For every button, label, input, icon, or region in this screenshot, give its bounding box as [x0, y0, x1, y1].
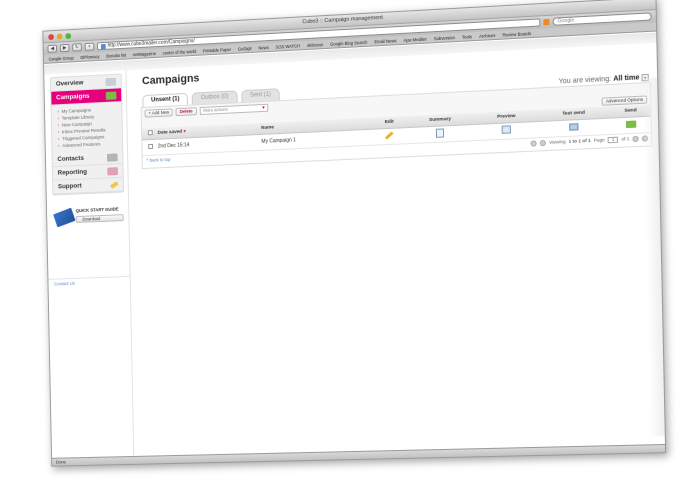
bookmark-item[interactable]: News [258, 45, 268, 51]
bookmark-item[interactable]: Google Blog Search [330, 39, 367, 46]
bookmark-item[interactable]: GoDigit [238, 45, 252, 51]
pager-page-label: Page [593, 137, 605, 143]
quick-start-guide: QUICK START GUIDE Download [53, 206, 124, 230]
sidebar-item-label: Support [57, 182, 82, 191]
sidebar-item-label: Contacts [57, 154, 84, 164]
edit-cell [374, 127, 405, 145]
bookmark-item[interactable]: Bonobo list [106, 52, 126, 58]
sidebar-item-label: Campaigns [56, 92, 90, 102]
sidebar-nav: Overview Campaigns › My Campaigns › Templat… [50, 73, 125, 196]
guide-title: QUICK START GUIDE [75, 206, 119, 214]
select-all-header [142, 127, 158, 140]
pencil-icon [110, 180, 119, 189]
tab-sent[interactable]: Sent (1) [241, 88, 280, 103]
preview-icon[interactable] [501, 125, 512, 134]
contacts-icon [106, 152, 118, 162]
tab-outbox[interactable]: Outbox (0) [191, 90, 238, 105]
chevron-right-icon: › [58, 143, 60, 149]
bookmark-item[interactable]: Google Group [49, 55, 74, 61]
pager-of: of 1 [621, 136, 630, 142]
reload-icon[interactable]: ↻ [72, 43, 82, 52]
page-number-input[interactable]: 1 [607, 136, 619, 143]
viewing-value[interactable]: All time [613, 74, 639, 82]
book-icon [53, 207, 76, 228]
row-select-cell [142, 138, 159, 156]
back-to-top-link[interactable]: ^ back to top [146, 156, 170, 162]
prev-page-icon[interactable] [539, 139, 547, 146]
back-icon[interactable]: ◀ [47, 44, 58, 53]
pencil-icon[interactable] [385, 131, 394, 140]
delete-button[interactable]: Delete [175, 107, 197, 117]
sidebar-item-support[interactable]: Support [53, 177, 124, 195]
campaigns-icon [105, 91, 117, 100]
add-icon[interactable]: + [84, 42, 95, 51]
screenshot-stage: Cube3 :: Campaign management ◀ ▶ ↻ + htt… [0, 0, 683, 492]
advanced-options-button[interactable]: Advanced Options [601, 95, 648, 106]
select-all-checkbox[interactable] [147, 129, 153, 136]
sidebar-item-label: Overview [55, 79, 84, 88]
bookmark-item[interactable]: Email News [374, 38, 396, 44]
first-page-icon[interactable] [530, 139, 537, 147]
bookmark-item[interactable]: Ajax Mediter [403, 36, 426, 42]
download-guide-button[interactable]: Download [75, 214, 124, 223]
pager-range: 1 to 1 of 1 [568, 137, 591, 144]
forward-icon[interactable]: ▶ [59, 43, 70, 53]
bookmark-item[interactable]: DiPlomacy [80, 54, 99, 60]
bookmark-item[interactable]: SOS WATCH [276, 43, 301, 49]
browser-window: Cube3 :: Campaign management ◀ ▶ ↻ + htt… [42, 0, 667, 467]
main-panel: Campaigns Unsent (1) Outbox (0) Sent (1)… [140, 43, 659, 456]
bookmark-item[interactable]: Printable Paper [203, 47, 231, 53]
bookmark-item[interactable]: Review Boards [502, 31, 531, 38]
send-icon[interactable] [625, 120, 637, 128]
campaigns-submenu: › My Campaigns › Template Library › New Campa… [52, 102, 123, 153]
app-content: Overview Campaigns › My Campaigns › Templat… [44, 32, 665, 458]
pager-viewing-label: Viewing [549, 139, 566, 145]
row-checkbox[interactable] [147, 143, 153, 149]
rss-icon[interactable] [543, 18, 550, 26]
sidebar-subitem-label: Advanced Features [62, 141, 101, 149]
bookmark-item[interactable]: Archives [479, 32, 495, 38]
bookmark-item[interactable]: Subversion [434, 35, 455, 41]
overview-icon [105, 77, 117, 86]
test-send-icon[interactable] [569, 122, 579, 131]
bookmark-item[interactable]: delicious [307, 42, 323, 48]
contact-us-link[interactable]: Contact Us [54, 281, 75, 287]
next-page-icon[interactable] [632, 135, 639, 142]
bookmark-item[interactable]: center of the world [163, 48, 196, 55]
sidebar: Overview Campaigns › My Campaigns › Templat… [44, 70, 135, 458]
bookmark-item[interactable]: netMagazine [133, 51, 156, 57]
column-label: Date saved [157, 129, 183, 136]
summary-icon[interactable] [436, 127, 445, 138]
chart-icon [107, 166, 118, 176]
add-new-button[interactable]: + Add New [144, 108, 174, 118]
tab-unsent[interactable]: Unsent (1) [142, 92, 189, 107]
bookmark-item[interactable]: Tools [462, 34, 472, 40]
sidebar-item-label: Reporting [57, 168, 88, 177]
pagination: Viewing 1 to 1 of 1 Page 1 of 1 [530, 134, 649, 147]
sort-desc-icon: ▾ [183, 129, 186, 135]
favicon-icon [100, 43, 106, 49]
divider [48, 275, 130, 280]
